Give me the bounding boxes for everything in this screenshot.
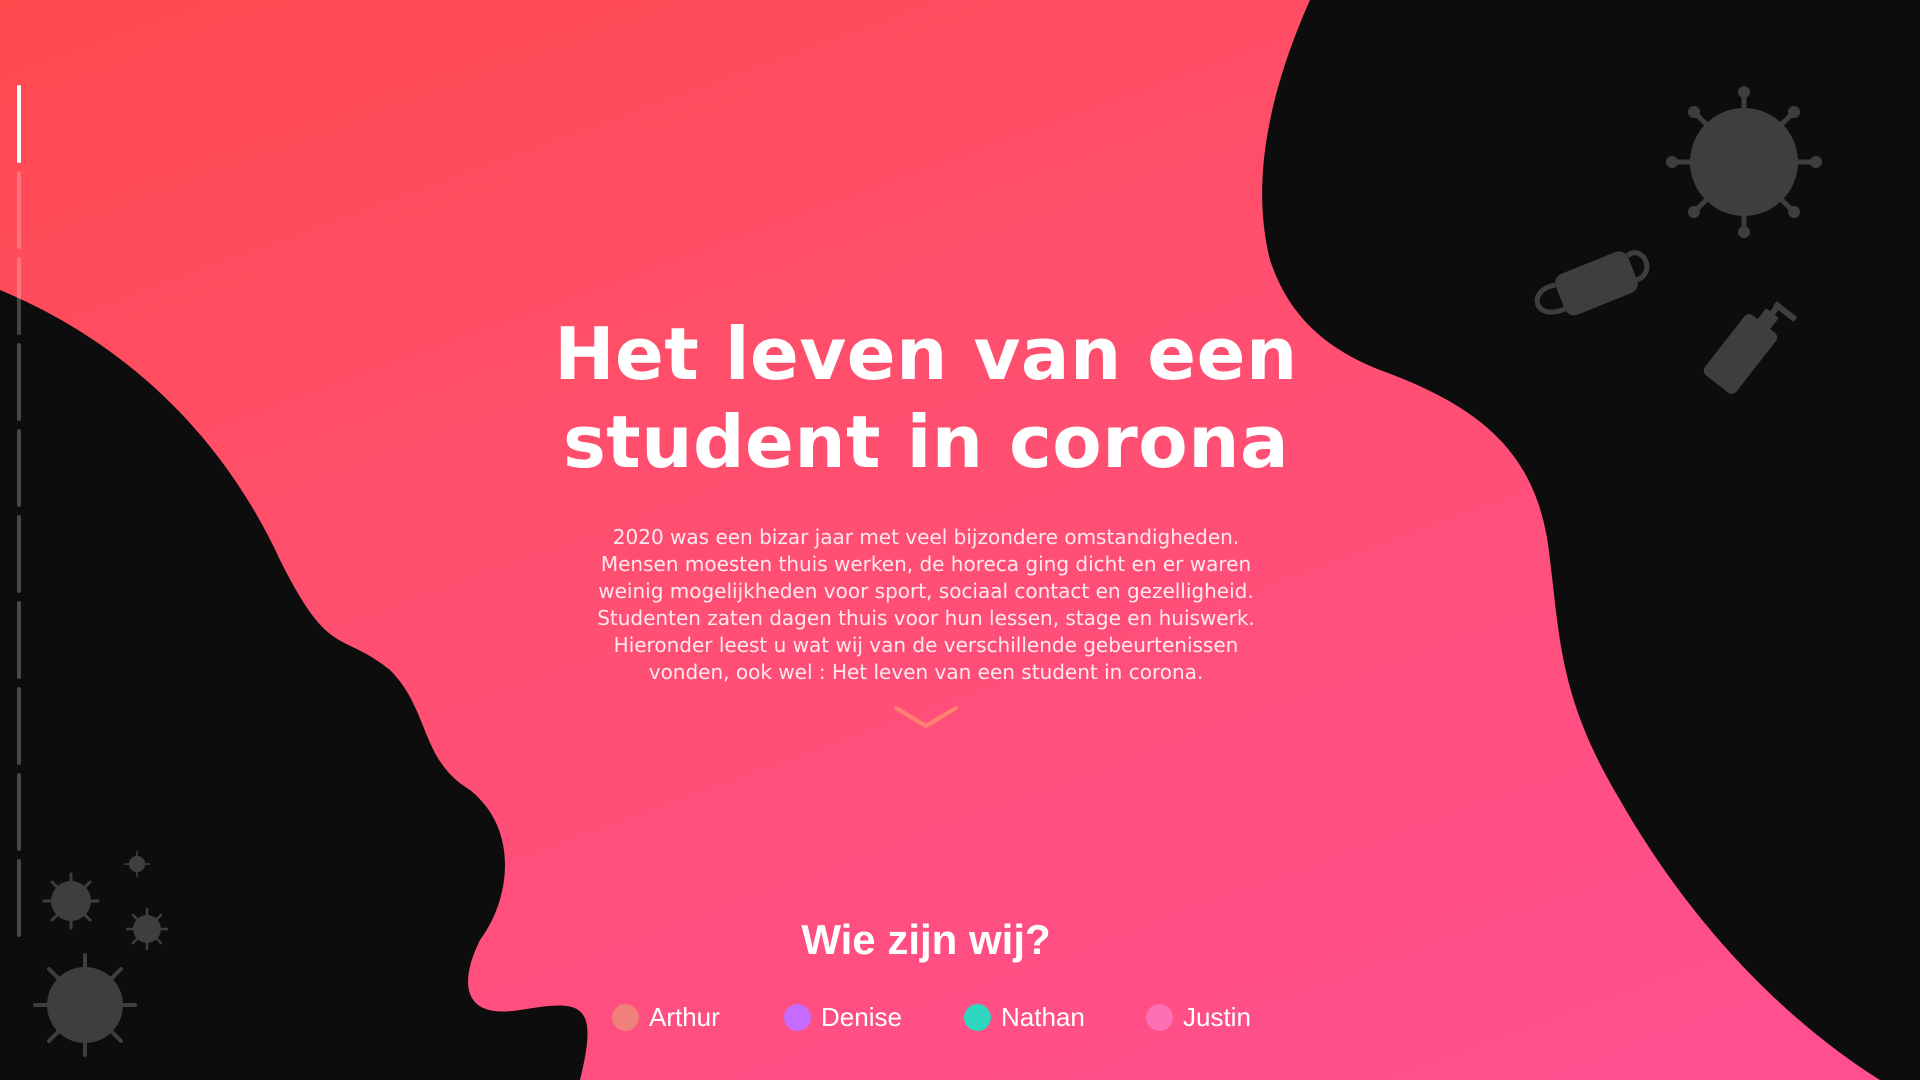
progress-segment[interactable] — [17, 601, 21, 679]
progress-segment[interactable] — [17, 773, 21, 851]
page-title: Het leven van een student in corona — [520, 310, 1332, 486]
member-color-dot — [612, 1004, 639, 1031]
member-color-dot — [964, 1004, 991, 1031]
progress-segment-active[interactable] — [17, 85, 21, 163]
hero-section: Het leven van een student in corona 2020… — [520, 310, 1332, 686]
progress-segment[interactable] — [17, 171, 21, 249]
team-member-nathan[interactable]: Nathan — [964, 1002, 1085, 1033]
progress-segment[interactable] — [17, 429, 21, 507]
face-mask-icon — [1534, 250, 1650, 316]
progress-segment[interactable] — [17, 257, 21, 335]
chevron-down-icon[interactable] — [893, 704, 959, 732]
team-member-denise[interactable]: Denise — [784, 1002, 902, 1033]
member-name: Nathan — [1001, 1002, 1085, 1032]
page: Het leven van een student in corona 2020… — [0, 0, 1920, 1080]
progress-segment[interactable] — [17, 343, 21, 421]
virus-icon — [1666, 86, 1822, 238]
virus-icon — [124, 851, 150, 877]
team-member-arthur[interactable]: Arthur — [612, 1002, 720, 1033]
team-member-justin[interactable]: Justin — [1146, 1002, 1251, 1033]
intro-paragraph: 2020 was een bizar jaar met veel bijzond… — [597, 525, 1255, 684]
member-color-dot — [1146, 1004, 1173, 1031]
title-line-2: student in corona — [562, 400, 1290, 484]
member-name: Denise — [821, 1002, 902, 1032]
member-name: Arthur — [649, 1002, 720, 1032]
title-line-1: Het leven van een — [554, 312, 1298, 396]
sanitizer-bottle-icon — [1703, 301, 1798, 394]
progress-segment[interactable] — [17, 687, 21, 765]
team-heading: Wie zijn wij? — [801, 916, 1051, 963]
progress-segment[interactable] — [17, 515, 21, 593]
member-name: Justin — [1183, 1002, 1251, 1032]
member-color-dot — [784, 1004, 811, 1031]
